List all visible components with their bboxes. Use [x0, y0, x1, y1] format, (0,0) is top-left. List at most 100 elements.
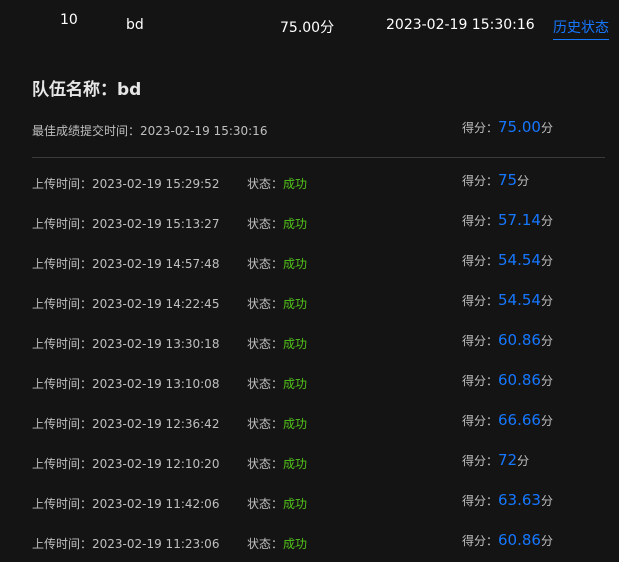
status-badge: 成功 — [283, 217, 308, 231]
score-label: 得分： — [462, 174, 499, 188]
score-unit: 分 — [540, 494, 553, 508]
upload-time: 上传时间：2023-02-19 13:30:18 — [32, 337, 220, 351]
list-item: 上传时间：2023-02-19 13:10:08 状态：成功 得分：60.86分 — [32, 371, 605, 393]
status-badge: 成功 — [283, 257, 308, 271]
score-label: 得分： — [462, 414, 499, 428]
score-label: 得分： — [462, 121, 499, 135]
status-badge: 成功 — [283, 297, 308, 311]
list-item: 上传时间：2023-02-19 11:23:06 状态：成功 得分：60.86分 — [32, 531, 605, 553]
status-label: 状态： — [247, 337, 284, 351]
score-value: 60.86 — [498, 531, 541, 549]
upload-time: 上传时间：2023-02-19 12:36:42 — [32, 417, 220, 431]
upload-time: 上传时间：2023-02-19 15:13:27 — [32, 217, 220, 231]
score-label: 得分： — [462, 214, 499, 228]
upload-time: 上传时间：2023-02-19 14:57:48 — [32, 257, 220, 271]
score-unit: 分 — [540, 254, 553, 268]
status: 状态：成功 — [247, 495, 307, 512]
record-score: 得分：57.14分 — [462, 211, 553, 229]
record-score: 得分：60.86分 — [462, 331, 553, 349]
upload-time: 上传时间：2023-02-19 14:22:45 — [32, 297, 220, 311]
status: 状态：成功 — [247, 375, 307, 392]
status-label: 状态： — [247, 297, 284, 311]
score-unit: 分 — [517, 454, 530, 468]
score-value: 54.54 — [498, 291, 541, 309]
score-unit: 分 — [540, 534, 553, 548]
best-submit-time: 最佳成绩提交时间：2023-02-19 15:30:16 — [32, 124, 268, 138]
score-value: 57.14 — [498, 211, 541, 229]
status-badge: 成功 — [283, 177, 308, 191]
leaderboard-row: 10 bd 75.00分 2023-02-19 15:30:16 历史状态 — [0, 0, 619, 50]
score-value: 66.66 — [498, 411, 541, 429]
status: 状态：成功 — [247, 455, 307, 472]
status-badge: 成功 — [283, 457, 308, 471]
list-item: 上传时间：2023-02-19 11:42:06 状态：成功 得分：63.63分 — [32, 491, 605, 513]
status-label: 状态： — [247, 377, 284, 391]
upload-time: 上传时间：2023-02-19 11:42:06 — [32, 497, 220, 511]
best-score-row: 最佳成绩提交时间：2023-02-19 15:30:16 得分：75.00分 — [32, 118, 605, 140]
list-item: 上传时间：2023-02-19 12:36:42 状态：成功 得分：66.66分 — [32, 411, 605, 433]
upload-time: 上传时间：2023-02-19 12:10:20 — [32, 457, 220, 471]
record-score: 得分：72分 — [462, 451, 529, 469]
status-label: 状态： — [247, 257, 284, 271]
score-unit: 分 — [517, 174, 530, 188]
list-item: 上传时间：2023-02-19 14:22:45 状态：成功 得分：54.54分 — [32, 291, 605, 313]
record-score: 得分：54.54分 — [462, 291, 553, 309]
status: 状态：成功 — [247, 175, 307, 192]
score-value: 60.86 — [498, 331, 541, 349]
list-item: 上传时间：2023-02-19 12:10:20 状态：成功 得分：72分 — [32, 451, 605, 473]
status: 状态：成功 — [247, 415, 307, 432]
best-score: 得分：75.00分 — [462, 118, 553, 136]
history-status-link[interactable]: 历史状态 — [553, 17, 609, 40]
status: 状态：成功 — [247, 535, 307, 552]
record-score: 得分：75分 — [462, 171, 529, 189]
status-label: 状态： — [247, 457, 284, 471]
team-title: 队伍名称：bd — [32, 80, 142, 100]
score-unit: 分 — [540, 414, 553, 428]
upload-time: 上传时间：2023-02-19 13:10:08 — [32, 377, 220, 391]
status-badge: 成功 — [283, 377, 308, 391]
record-score: 得分：54.54分 — [462, 251, 553, 269]
record-score: 得分：60.86分 — [462, 531, 553, 549]
status: 状态：成功 — [247, 295, 307, 312]
score-cell: 75.00分 — [280, 20, 335, 36]
list-item: 上传时间：2023-02-19 15:29:52 状态：成功 得分：75分 — [32, 171, 605, 193]
list-item: 上传时间：2023-02-19 15:13:27 状态：成功 得分：57.14分 — [32, 211, 605, 233]
status-badge: 成功 — [283, 497, 308, 511]
list-item: 上传时间：2023-02-19 13:30:18 状态：成功 得分：60.86分 — [32, 331, 605, 353]
score-value: 60.86 — [498, 371, 541, 389]
score-value: 54.54 — [498, 251, 541, 269]
score-label: 得分： — [462, 254, 499, 268]
upload-time: 上传时间：2023-02-19 15:29:52 — [32, 177, 220, 191]
team-name-cell: bd — [126, 17, 144, 33]
score-label: 得分： — [462, 374, 499, 388]
upload-time: 上传时间：2023-02-19 11:23:06 — [32, 537, 220, 551]
submit-time-cell: 2023-02-19 15:30:16 — [386, 17, 535, 33]
status-label: 状态： — [247, 177, 284, 191]
status-badge: 成功 — [283, 417, 308, 431]
score-value: 75 — [498, 171, 518, 189]
status-label: 状态： — [247, 417, 284, 431]
status-label: 状态： — [247, 217, 284, 231]
score-unit: 分 — [540, 214, 553, 228]
status-label: 状态： — [247, 537, 284, 551]
score-label: 得分： — [462, 294, 499, 308]
status-badge: 成功 — [283, 337, 308, 351]
record-score: 得分：66.66分 — [462, 411, 553, 429]
status: 状态：成功 — [247, 255, 307, 272]
score-value: 63.63 — [498, 491, 541, 509]
score-value: 75.00 — [498, 118, 541, 136]
score-label: 得分： — [462, 334, 499, 348]
score-unit: 分 — [540, 121, 553, 135]
score-value: 72 — [498, 451, 518, 469]
status-badge: 成功 — [283, 537, 308, 551]
score-unit: 分 — [540, 374, 553, 388]
rank-cell: 10 — [60, 12, 78, 28]
status: 状态：成功 — [247, 335, 307, 352]
status: 状态：成功 — [247, 215, 307, 232]
status-label: 状态： — [247, 497, 284, 511]
score-label: 得分： — [462, 454, 499, 468]
record-score: 得分：63.63分 — [462, 491, 553, 509]
record-score: 得分：60.86分 — [462, 371, 553, 389]
score-unit: 分 — [540, 294, 553, 308]
score-unit: 分 — [540, 334, 553, 348]
